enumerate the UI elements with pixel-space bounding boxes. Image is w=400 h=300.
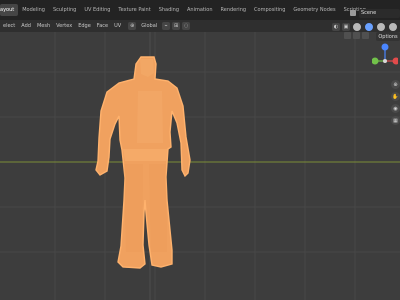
tab-sculpting[interactable]: Sculpting bbox=[49, 4, 80, 16]
wireframe-shading-button[interactable] bbox=[352, 22, 362, 32]
tab-compositing[interactable]: Compositing bbox=[250, 4, 289, 16]
gizmo-center-icon bbox=[383, 59, 387, 63]
zoom-icon[interactable]: ⊕ bbox=[391, 80, 400, 89]
tab-animation[interactable]: Animation bbox=[183, 4, 217, 16]
head-highlight bbox=[140, 59, 154, 77]
scene-name-field[interactable]: Scene bbox=[359, 8, 400, 18]
grid-view-icon[interactable]: ▦ bbox=[391, 116, 400, 125]
scene-icon bbox=[350, 10, 356, 16]
transform-orientation-icon[interactable]: ⊕ bbox=[128, 22, 137, 30]
camera-view-icon[interactable]: ◉ bbox=[391, 104, 400, 113]
tab-rendering[interactable]: Rendering bbox=[217, 4, 251, 16]
viewport-mini-tools bbox=[344, 32, 369, 39]
x-axis-icon[interactable] bbox=[392, 57, 399, 65]
menu-vertex[interactable]: Vertex bbox=[53, 23, 75, 29]
rendered-shading-button[interactable] bbox=[388, 22, 398, 32]
menu-mesh[interactable]: Mesh bbox=[34, 23, 53, 29]
z-axis-icon[interactable] bbox=[381, 43, 389, 51]
waist-band bbox=[123, 149, 168, 161]
menu-face[interactable]: Face bbox=[94, 23, 111, 29]
right-leg-shade bbox=[149, 164, 167, 252]
proportional-editing-icon[interactable]: ◌ bbox=[182, 22, 191, 30]
solid-shading-button[interactable] bbox=[364, 22, 374, 32]
view-mini-icon-1[interactable] bbox=[344, 32, 351, 39]
pan-hand-icon[interactable]: ✋ bbox=[391, 92, 400, 101]
transform-orientation-dropdown[interactable]: Global bbox=[138, 23, 160, 29]
tab-uv-editing[interactable]: UV Editing bbox=[80, 4, 114, 16]
view-mini-icon-2[interactable] bbox=[353, 32, 360, 39]
pivot-icon[interactable]: ⌁ bbox=[162, 22, 171, 30]
3d-viewport[interactable] bbox=[0, 32, 400, 300]
workspace-tabs-bar: ayout Modeling Sculpting UV Editing Text… bbox=[0, 0, 400, 20]
tab-modeling[interactable]: Modeling bbox=[18, 4, 49, 16]
tab-layout[interactable]: ayout bbox=[0, 4, 19, 16]
xray-icon[interactable]: ▣ bbox=[342, 23, 350, 31]
torso-highlight bbox=[137, 91, 163, 143]
tab-texture-paint[interactable]: Texture Paint bbox=[114, 4, 154, 16]
menu-select[interactable]: elect bbox=[0, 23, 18, 29]
y-axis-icon[interactable] bbox=[372, 57, 379, 65]
view-mini-icon-3[interactable] bbox=[362, 32, 369, 39]
material-shading-button[interactable] bbox=[376, 22, 386, 32]
tab-shading[interactable]: Shading bbox=[155, 4, 183, 16]
menu-uv[interactable]: UV bbox=[111, 23, 124, 29]
menu-edge[interactable]: Edge bbox=[75, 23, 94, 29]
scene-selector[interactable]: Scene bbox=[350, 8, 400, 18]
menu-add[interactable]: Add bbox=[18, 23, 34, 29]
viewport-right-tools: ◐ ▣ bbox=[332, 22, 398, 32]
viewport-canvas[interactable] bbox=[0, 32, 400, 300]
overlay-icon[interactable]: ◐ bbox=[332, 23, 340, 31]
transform-tools: ⊕ Global ⌁ ⊞ ◌ bbox=[128, 22, 191, 30]
tab-geometry-nodes[interactable]: Geometry Nodes bbox=[289, 4, 339, 16]
left-leg-shade bbox=[124, 164, 143, 252]
snap-icon[interactable]: ⊞ bbox=[172, 22, 181, 30]
navigation-gizmo[interactable] bbox=[372, 40, 398, 80]
